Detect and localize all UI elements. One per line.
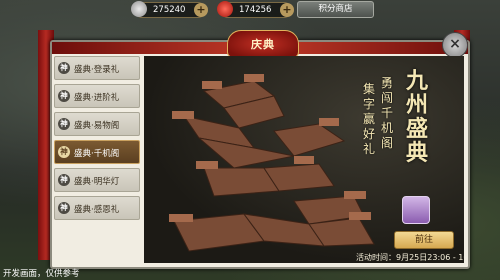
subtitle-col-1: 勇闯千机阁	[380, 76, 393, 150]
gold-value: 174256	[239, 5, 272, 15]
dev-disclaimer: 开发画面，仅供参考	[3, 269, 80, 279]
sidebar-item-label: 盛典·登录礼	[74, 65, 120, 75]
badge-icon: 神	[58, 62, 70, 74]
sidebar-item-lantern[interactable]: 神 盛典·明华灯	[54, 168, 140, 192]
red-ingot-icon	[217, 1, 233, 17]
sidebar-item-thanks-gift[interactable]: 神 盛典·感恩礼	[54, 196, 140, 220]
event-banner: 九州盛典 勇闯千机阁 集字赢好礼 前往 活动时间：9月25日23:06 - 10…	[144, 56, 464, 263]
gift-box-icon[interactable]	[402, 196, 430, 224]
event-sidebar: 神 盛典·登录礼 神 盛典·进阶礼 神 盛典·易物阁 神 盛典·千机阁 神 盛典…	[54, 56, 140, 224]
add-silver-button[interactable]: +	[194, 3, 208, 17]
event-time: 活动时间：9月25日23:06 - 10月2日23:06	[356, 253, 464, 262]
close-button[interactable]: ×	[442, 32, 468, 58]
title-plate: 庆典	[227, 30, 299, 58]
badge-icon: 神	[58, 146, 70, 158]
subtitle-col-2: 集字赢好礼	[362, 82, 375, 156]
sidebar-item-label: 盛典·易物阁	[74, 121, 120, 131]
sidebar-item-advance-gift[interactable]: 神 盛典·进阶礼	[54, 84, 140, 108]
add-gold-button[interactable]: +	[280, 3, 294, 17]
silver-resource: 275240 +	[131, 1, 208, 18]
sidebar-item-login-gift[interactable]: 神 盛典·登录礼	[54, 56, 140, 80]
badge-icon: 神	[58, 202, 70, 214]
sidebar-item-label: 盛典·感恩礼	[74, 205, 120, 215]
sidebar-item-exchange-pavilion[interactable]: 神 盛典·易物阁	[54, 112, 140, 136]
silver-value: 275240	[153, 5, 186, 15]
badge-icon: 神	[58, 90, 70, 102]
goto-button[interactable]: 前往	[394, 231, 454, 249]
points-shop-button[interactable]: 积分商店	[297, 1, 374, 18]
sidebar-item-qianji-pavilion[interactable]: 神 盛典·千机阁	[54, 140, 140, 164]
event-title: 九州盛典	[405, 69, 428, 166]
silver-coin-icon	[131, 1, 147, 17]
celebration-panel: 庆典 × 神 盛典·登录礼 神 盛典·进阶礼 神 盛典·易物阁 神 盛典·千机阁…	[50, 30, 470, 269]
sidebar-item-label: 盛典·千机阁	[74, 149, 120, 159]
badge-icon: 神	[58, 174, 70, 186]
gold-resource: 174256 +	[217, 1, 294, 18]
panel-title: 庆典	[251, 38, 275, 51]
badge-icon: 神	[58, 118, 70, 130]
sidebar-item-label: 盛典·明华灯	[74, 177, 120, 187]
sidebar-item-label: 盛典·进阶礼	[74, 93, 120, 103]
